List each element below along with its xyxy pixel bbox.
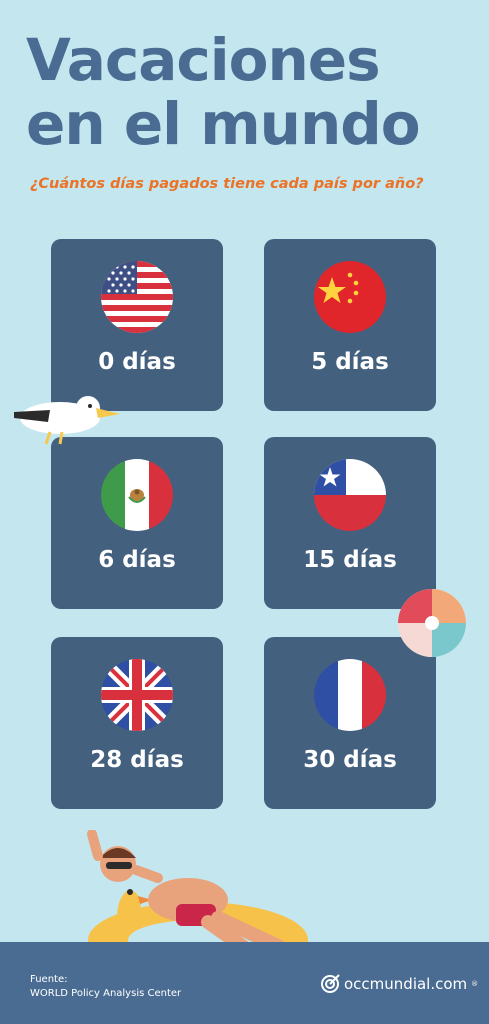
china-flag-icon [314, 261, 386, 333]
mexico-flag-icon [101, 459, 173, 531]
country-card-france: 30 días [264, 637, 436, 809]
days-label: 0 días [98, 349, 176, 375]
country-card-uk: 28 días [51, 637, 223, 809]
target-icon [321, 974, 340, 993]
source-value: WORLD Policy Analysis Center [30, 988, 182, 999]
days-label: 6 días [98, 547, 176, 573]
days-label: 5 días [311, 349, 389, 375]
days-label: 15 días [303, 547, 397, 573]
source-note: Fuente: WORLD Policy Analysis Center [30, 973, 181, 1001]
usa-flag-icon [101, 261, 173, 333]
days-label: 30 días [303, 747, 397, 773]
brand-logo: occmundial.com ® [320, 974, 478, 994]
country-card-mexico: 6 días [51, 437, 223, 609]
days-label: 28 días [90, 747, 184, 773]
brand-registered-mark: ® [471, 980, 479, 988]
france-flag-icon [314, 659, 386, 731]
brand-name: occmundial.com [344, 975, 468, 993]
page-subtitle: ¿Cuántos días pagados tiene cada país po… [30, 176, 424, 192]
uk-flag-icon [101, 659, 173, 731]
country-card-china: 5 días [264, 239, 436, 411]
title-line-1: Vacaciones [26, 26, 381, 94]
source-label: Fuente: [30, 974, 68, 985]
country-card-usa: 0 días [51, 239, 223, 411]
title-line-2: en el mundo [26, 90, 421, 158]
country-card-chile: 15 días [264, 437, 436, 609]
seagull-illustration [14, 396, 120, 445]
page-title: Vacaciones en el mundo [26, 26, 421, 158]
chile-flag-icon [314, 459, 386, 531]
beach-ball-illustration [398, 589, 466, 657]
